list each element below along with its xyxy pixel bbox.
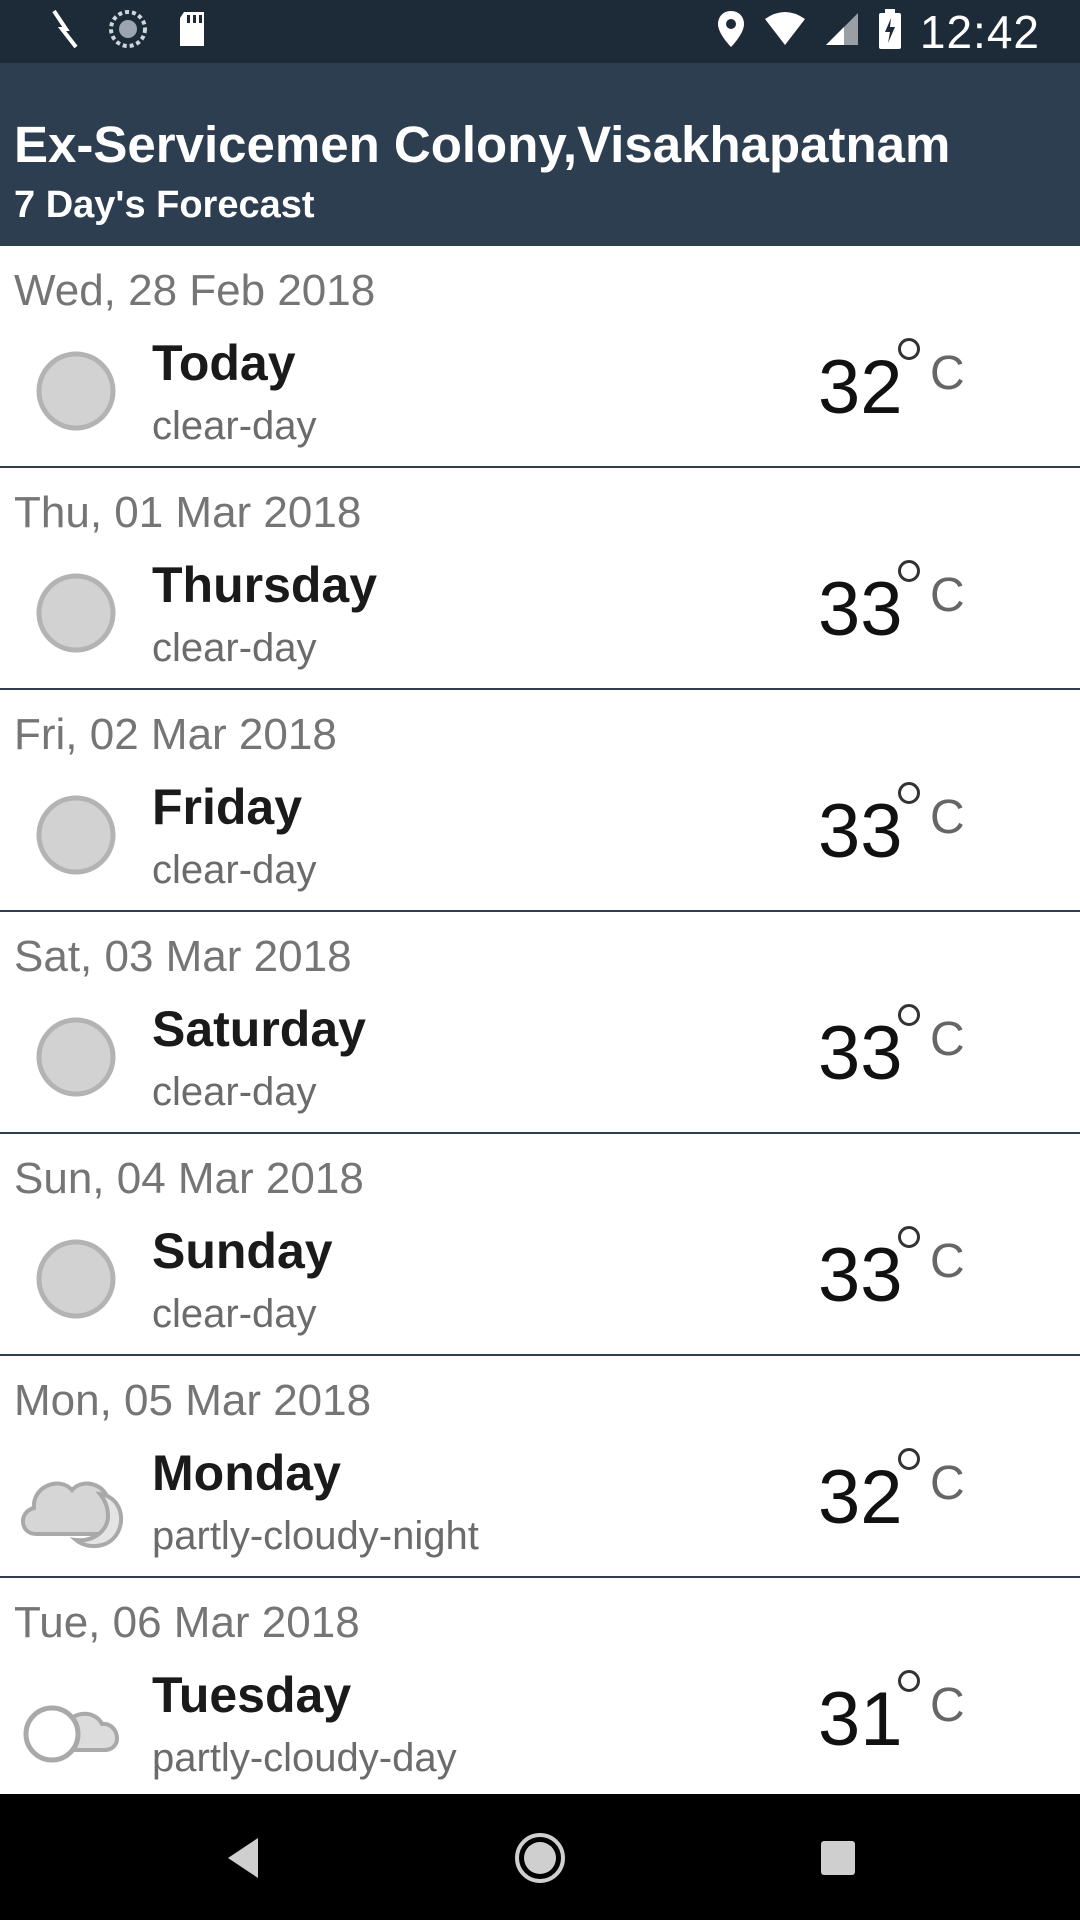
temperature: 33 — [818, 1011, 903, 1096]
signal-icon — [824, 11, 860, 52]
navigation-bar — [0, 1794, 1080, 1920]
home-icon[interactable] — [510, 1830, 570, 1886]
clear-day-icon — [14, 780, 138, 890]
forecast-row[interactable]: Mon, 05 Mar 2018 Monday partly-cloudy-ni… — [0, 1356, 1080, 1578]
forecast-row[interactable]: Sun, 04 Mar 2018 Sunday clear-day 33 C — [0, 1134, 1080, 1356]
day-name: Today — [152, 335, 296, 391]
status-bar: 12:42 — [0, 0, 1080, 63]
clear-day-icon — [14, 1002, 138, 1112]
day-name: Saturday — [152, 1001, 366, 1057]
sd-card-icon — [176, 10, 208, 53]
date-label: Fri, 02 Mar 2018 — [14, 710, 337, 759]
temperature-unit: C — [930, 791, 965, 844]
temperature-unit: C — [930, 1679, 965, 1732]
app-header: Ex-Servicemen Colony,Visakhapatnam 7 Day… — [0, 63, 1080, 246]
condition-label: clear-day — [152, 848, 317, 892]
clear-day-icon — [14, 558, 138, 668]
temperature-unit: C — [930, 1235, 965, 1288]
day-name: Tuesday — [152, 1667, 352, 1723]
sync-icon — [108, 9, 148, 54]
clear-day-icon — [14, 1224, 138, 1334]
date-label: Thu, 01 Mar 2018 — [14, 488, 362, 537]
degree-symbol — [898, 1226, 920, 1248]
date-label: Mon, 05 Mar 2018 — [14, 1376, 372, 1425]
temperature-unit: C — [930, 1013, 965, 1066]
temperature: 32 — [818, 1455, 903, 1540]
degree-symbol — [898, 782, 920, 804]
recents-icon[interactable] — [808, 1830, 868, 1886]
day-name: Friday — [152, 779, 303, 835]
day-name: Sunday — [152, 1223, 333, 1279]
forecast-row[interactable]: Fri, 02 Mar 2018 Friday clear-day 33 C — [0, 690, 1080, 912]
date-label: Sat, 03 Mar 2018 — [14, 932, 352, 981]
day-name: Monday — [152, 1445, 341, 1501]
condition-label: partly-cloudy-day — [152, 1736, 457, 1780]
location-icon — [716, 9, 746, 54]
clear-day-icon — [14, 336, 138, 446]
temperature: 33 — [818, 1233, 903, 1318]
condition-label: clear-day — [152, 1070, 317, 1114]
degree-symbol — [898, 1448, 920, 1470]
condition-label: clear-day — [152, 626, 317, 670]
temperature: 33 — [818, 789, 903, 874]
condition-label: clear-day — [152, 1292, 317, 1336]
temperature: 31 — [818, 1677, 903, 1762]
battery-charging-icon — [878, 9, 902, 54]
clock: 12:42 — [919, 5, 1040, 58]
partly-cloudy-night-icon — [14, 1446, 138, 1556]
condition-label: clear-day — [152, 404, 317, 448]
degree-symbol — [898, 1004, 920, 1026]
wifi-icon — [764, 11, 806, 52]
partly-cloudy-day-icon — [14, 1668, 138, 1778]
date-label: Wed, 28 Feb 2018 — [14, 266, 376, 315]
date-label: Sun, 04 Mar 2018 — [14, 1154, 364, 1203]
forecast-row[interactable]: Wed, 28 Feb 2018 Today clear-day 32 C — [0, 246, 1080, 468]
day-name: Thursday — [152, 557, 378, 613]
forecast-row[interactable]: Thu, 01 Mar 2018 Thursday clear-day 33 C — [0, 468, 1080, 690]
condition-label: partly-cloudy-night — [152, 1514, 479, 1558]
date-label: Tue, 06 Mar 2018 — [14, 1598, 360, 1647]
temperature-unit: C — [930, 1457, 965, 1510]
temperature-unit: C — [930, 347, 965, 400]
degree-symbol — [898, 338, 920, 360]
charging-bolt-icon — [50, 9, 80, 54]
forecast-subtitle: 7 Day's Forecast — [14, 184, 315, 226]
temperature: 33 — [818, 567, 903, 652]
forecast-row[interactable]: Tue, 06 Mar 2018 Tuesday partly-cloudy-d… — [0, 1578, 1080, 1800]
back-icon[interactable] — [214, 1830, 274, 1886]
location-title: Ex-Servicemen Colony,Visakhapatnam — [14, 116, 951, 173]
degree-symbol — [898, 1670, 920, 1692]
forecast-list: Wed, 28 Feb 2018 Today clear-day 32 C Th… — [0, 246, 1080, 1800]
temperature: 32 — [818, 345, 903, 430]
forecast-row[interactable]: Sat, 03 Mar 2018 Saturday clear-day 33 C — [0, 912, 1080, 1134]
degree-symbol — [898, 560, 920, 582]
temperature-unit: C — [930, 569, 965, 622]
